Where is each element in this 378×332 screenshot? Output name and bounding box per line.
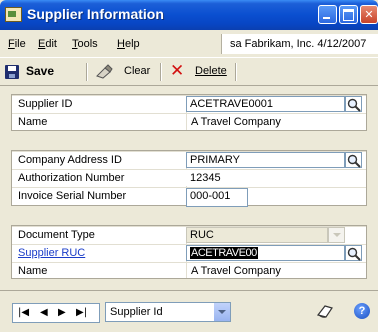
sort-by-select[interactable]: Supplier Id [105,302,231,322]
address-panel: Company Address ID PRIMARY Authorization… [11,150,367,207]
magnifier-icon [347,98,361,112]
name-row: Name A Travel Company [12,113,366,130]
first-record-button[interactable]: |◀ [18,307,29,319]
save-label: Save [26,64,55,78]
minimize-button[interactable] [318,5,337,24]
menu-file[interactable]: File [8,38,26,50]
toolbar-separator [160,63,162,81]
clear-label: Clear [124,65,151,77]
invoice-serial-field[interactable]: 000-001 [186,188,248,207]
eraser-icon [96,64,113,79]
supplier-ruc-row: Supplier RUC ACETRAVE00 [12,244,366,261]
maximize-button[interactable] [339,5,358,24]
toolbar-separator [235,63,237,81]
supplier-information-window: Supplier Information ✕ File Edit Tools H… [0,0,378,332]
supplier-id-row: Supplier ID ACETRAVE0001 [12,95,366,112]
form-area: Supplier ID ACETRAVE0001 Name A Travel C… [0,86,378,290]
save-icon [5,65,19,79]
close-button[interactable]: ✕ [360,5,378,24]
supplier-ruc-link[interactable]: Supplier RUC [18,247,85,259]
supplier-ruc-value: ACETRAVE00 [190,247,258,259]
last-record-button[interactable]: ▶| [76,307,87,319]
company-address-field[interactable]: PRIMARY [186,152,345,168]
toolbar-separator [86,63,88,81]
supplier-id-field[interactable]: ACETRAVE0001 [186,96,345,112]
document-type-select[interactable]: RUC [186,227,328,243]
supplier-ruc-lookup-button[interactable] [345,245,362,261]
company-address-lookup-button[interactable] [345,152,362,168]
magnifier-icon [347,247,361,261]
delete-x-icon: ✕ [170,61,185,81]
supplier-id-label: Supplier ID [18,98,73,110]
sort-by-value: Supplier Id [110,306,163,318]
menu-bar: File Edit Tools Help sa Fabrikam, Inc. 4… [0,30,378,57]
authorization-label: Authorization Number [18,172,125,184]
sort-by-dropdown-button[interactable] [213,303,230,321]
invoice-serial-row: Invoice Serial Number 000-001 [12,187,366,207]
name2-row: Name A Travel Company [12,262,366,279]
user-company-date: sa Fabrikam, Inc. 4/12/2007 [221,34,378,54]
company-address-row: Company Address ID PRIMARY [12,151,366,168]
supplier-id-lookup-button[interactable] [345,96,362,112]
delete-label: Delete [195,65,227,77]
magnifier-icon [347,154,361,168]
next-record-button[interactable]: ▶ [58,307,66,319]
help-icon[interactable]: ? [354,303,370,319]
bottom-bar: |◀ ◀ ▶ ▶| Supplier Id ? [0,290,378,332]
ruc-panel: Document Type RUC Supplier RUC ACETRAVE0… [11,225,367,279]
name-value: A Travel Company [191,116,281,128]
previous-record-button[interactable]: ◀ [40,307,48,319]
app-icon [5,7,22,22]
authorization-row: Authorization Number 12345 [12,169,366,186]
record-navigator: |◀ ◀ ▶ ▶| [12,303,100,323]
menu-edit[interactable]: Edit [38,38,57,50]
menu-help[interactable]: Help [117,38,140,50]
toolbar: Save Clear ✕ Delete [0,57,378,86]
document-type-row: Document Type RUC [12,226,366,243]
supplier-ruc-field[interactable]: ACETRAVE00 [186,245,345,261]
company-address-label: Company Address ID [18,154,122,166]
note-icon[interactable] [316,303,334,319]
window-title: Supplier Information [27,6,164,22]
name2-value: A Travel Company [191,265,281,277]
supplier-panel: Supplier ID ACETRAVE0001 Name A Travel C… [11,94,367,131]
name2-label: Name [18,265,48,277]
authorization-field[interactable]: 12345 [186,170,366,186]
menu-tools[interactable]: Tools [72,38,98,50]
title-bar[interactable]: Supplier Information ✕ [0,0,378,30]
document-type-label: Document Type [18,229,95,241]
document-type-dropdown-button[interactable] [328,227,345,243]
name-label: Name [18,116,48,128]
invoice-serial-label: Invoice Serial Number [18,190,127,202]
